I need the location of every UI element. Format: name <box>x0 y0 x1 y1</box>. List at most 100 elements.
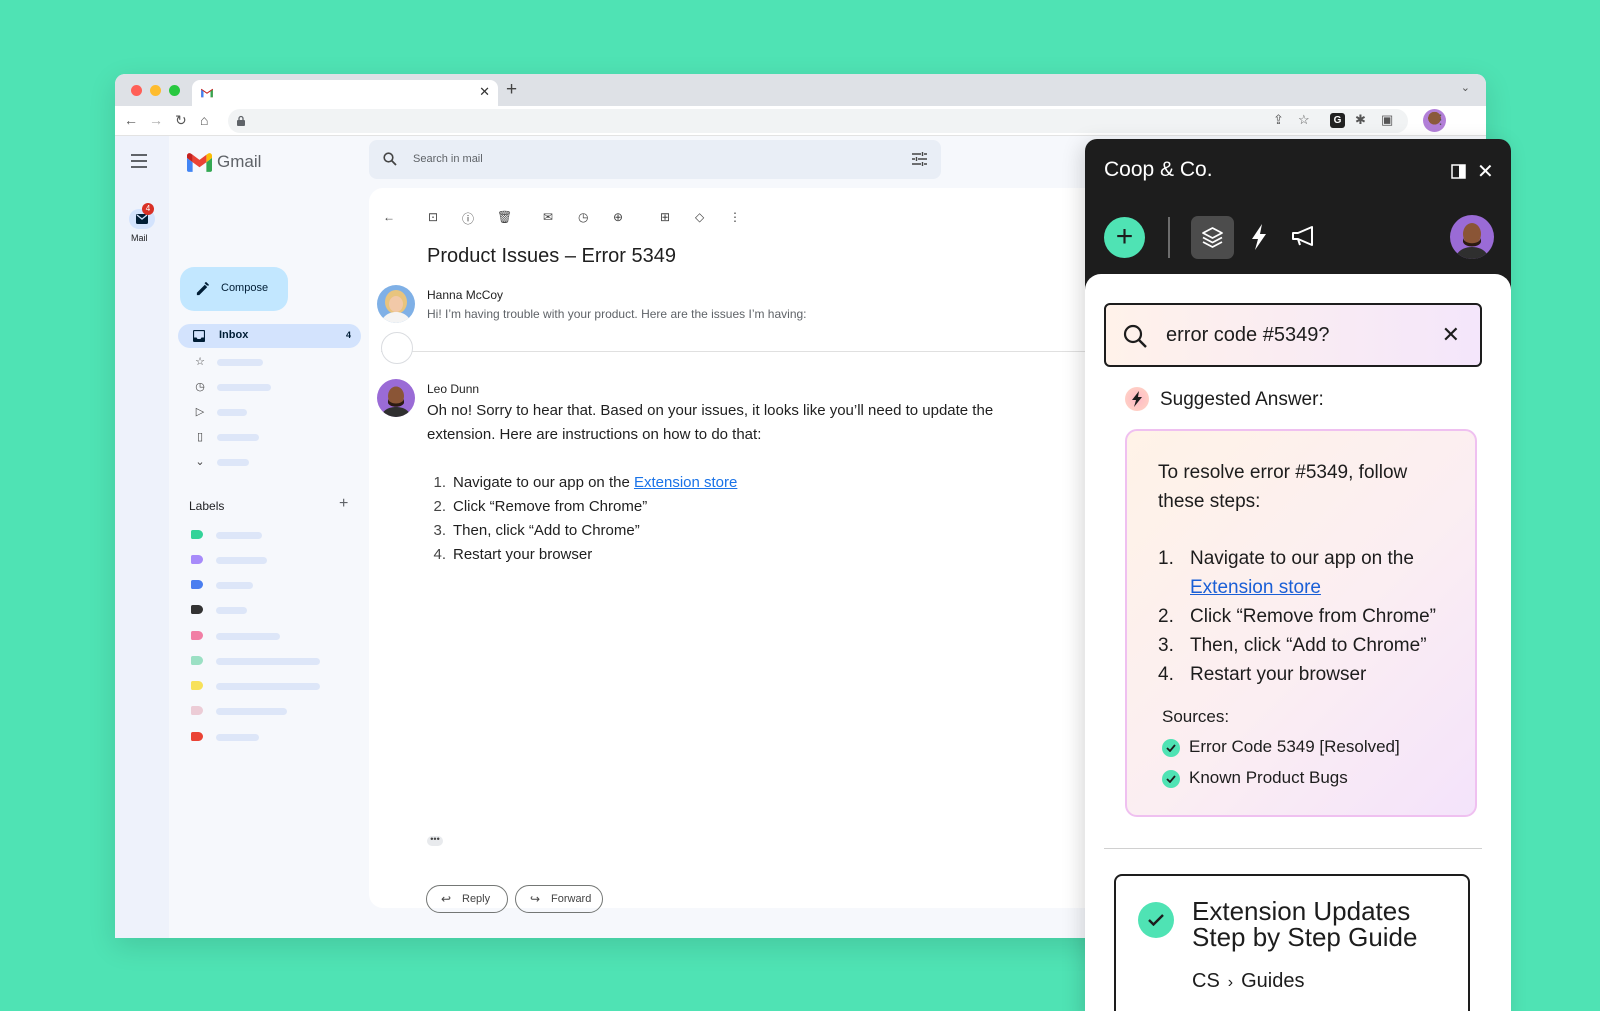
close-panel-icon[interactable]: ✕ <box>1477 159 1494 184</box>
label-tag-icon <box>191 681 203 690</box>
inbox-count: 4 <box>345 330 351 340</box>
extensions-puzzle-icon[interactable]: ✱ <box>1355 112 1366 128</box>
report-spam-icon[interactable]: ⓘ <box>462 210 474 227</box>
search-input[interactable]: Search in mail <box>413 153 483 165</box>
placeholder-bar <box>217 434 259 441</box>
rail-mail-item[interactable]: 4 Mail <box>115 198 169 248</box>
close-window-button[interactable] <box>131 85 142 96</box>
coop-sidebar-panel: Coop & Co. ✕ + error code #5349? ✕ Sugge… <box>1085 139 1511 1011</box>
back-to-inbox-icon[interactable]: ← <box>383 210 395 224</box>
star-icon: ☆ <box>195 356 205 368</box>
new-tab-icon[interactable]: + <box>506 79 517 101</box>
coop-user-avatar[interactable] <box>1450 215 1494 259</box>
step-number: 3. <box>433 522 446 539</box>
email-subject: Product Issues – Error 5349 <box>427 245 677 267</box>
mail-search-bar[interactable]: Search in mail <box>369 140 941 179</box>
browser-tab-gmail[interactable]: ✕ <box>192 80 498 106</box>
placeholder-bar <box>216 532 262 539</box>
coop-search-input[interactable]: error code #5349? <box>1166 324 1329 347</box>
label-tag-icon <box>191 605 203 614</box>
breadcrumb-item[interactable]: Guides <box>1241 970 1304 992</box>
label-tag-icon <box>191 656 203 665</box>
toolbar-separator <box>1168 217 1170 258</box>
reply-button[interactable]: ↩ Reply <box>426 885 508 913</box>
reply-body: Oh no! Sorry to hear that. Based on your… <box>427 402 994 443</box>
suggested-answer-bolt-icon <box>1125 387 1149 411</box>
label-tag-icon <box>191 555 203 564</box>
source-label: Error Code 5349 [Resolved] <box>1189 737 1400 756</box>
add-button[interactable]: + <box>1104 217 1145 258</box>
coop-search-box[interactable]: error code #5349? ✕ <box>1104 303 1482 367</box>
label-tag-icon <box>191 706 203 715</box>
home-icon[interactable]: ⌂ <box>200 112 208 128</box>
clock-icon: ◷ <box>195 381 205 393</box>
dock-panel-icon[interactable] <box>1451 164 1466 179</box>
knowledge-layers-button[interactable] <box>1191 216 1234 259</box>
back-icon[interactable]: ← <box>124 112 138 128</box>
first-message-snippet[interactable]: Hi! I’m having trouble with your product… <box>427 307 807 321</box>
add-label-icon[interactable]: + <box>339 495 348 513</box>
hanna-avatar <box>377 285 415 323</box>
step-number: 3. <box>1158 635 1174 656</box>
main-menu-icon[interactable] <box>131 154 147 172</box>
gmail-logo-icon <box>187 153 212 172</box>
delete-icon[interactable]: 🗑︎ <box>497 210 512 224</box>
address-bar[interactable] <box>228 109 1408 133</box>
gmail-brand: Gmail <box>217 152 262 171</box>
bookmark-star-icon[interactable]: ☆ <box>1298 112 1310 128</box>
extension-store-link[interactable]: Extension store <box>1190 577 1321 598</box>
more-options-icon[interactable]: ⋮ <box>729 210 741 224</box>
guide-title: Extension Updates Step by Step Guide <box>1192 896 1418 952</box>
label-icon[interactable]: ◇ <box>695 210 704 224</box>
show-trimmed-content-button[interactable]: ••• <box>427 835 443 846</box>
expand-thread-button[interactable] <box>381 332 413 364</box>
step-text: Navigate to our app on the <box>453 474 634 491</box>
compose-button[interactable]: Compose <box>180 267 288 311</box>
clear-search-icon[interactable]: ✕ <box>1442 322 1460 348</box>
label-tag-icon <box>191 530 203 539</box>
guide-card[interactable]: Extension Updates Step by Step Guide CS ›… <box>1114 874 1470 1011</box>
placeholder-bar <box>217 409 247 416</box>
send-icon: ▷ <box>195 406 205 418</box>
label-tag-icon <box>191 631 203 640</box>
reload-icon[interactable]: ↻ <box>175 112 187 129</box>
source-item[interactable]: Known Product Bugs <box>1162 768 1442 790</box>
grammarly-extension-icon[interactable]: G <box>1330 113 1345 128</box>
step-number: 1. <box>433 474 446 491</box>
breadcrumb-item[interactable]: CS <box>1192 970 1220 992</box>
forward-icon[interactable]: → <box>149 112 163 128</box>
pencil-icon <box>196 282 209 296</box>
source-item[interactable]: Error Code 5349 [Resolved] <box>1162 737 1442 759</box>
megaphone-icon[interactable] <box>1291 225 1317 247</box>
check-icon <box>1162 739 1180 757</box>
browser-menu-icon[interactable]: ⋮ <box>1434 112 1447 128</box>
step-content: Then, click “Add to Chrome” <box>1190 631 1478 660</box>
add-task-icon[interactable]: ⊕ <box>613 210 623 224</box>
minimize-window-button[interactable] <box>150 85 161 96</box>
placeholder-bar <box>216 683 320 690</box>
extension-store-link[interactable]: Extension store <box>634 474 737 491</box>
gmail-app-rail: 4 Mail <box>115 136 169 938</box>
mark-unread-icon[interactable]: ✉︎ <box>543 210 553 224</box>
step-text: Restart your browser <box>1190 664 1367 685</box>
zoom-window-button[interactable] <box>169 85 180 96</box>
move-to-icon[interactable]: ⊞ <box>660 210 670 224</box>
step-text: Click “Remove from Chrome” <box>1190 606 1436 627</box>
share-icon[interactable]: ⇪ <box>1273 112 1284 128</box>
forward-button[interactable]: ↪ Forward <box>515 885 603 913</box>
tab-search-chevron-icon[interactable]: ⌄ <box>1461 81 1470 94</box>
search-options-icon[interactable] <box>912 152 927 166</box>
lightning-icon[interactable] <box>1250 223 1268 251</box>
close-tab-icon[interactable]: ✕ <box>479 84 490 100</box>
snooze-icon[interactable]: ◷ <box>578 210 588 224</box>
sources-label: Sources: <box>1162 707 1230 726</box>
archive-icon[interactable]: ⊡ <box>428 210 438 224</box>
tab-strip: ✕ + ⌄ <box>115 74 1486 106</box>
forward-label: Forward <box>551 893 592 905</box>
answer-step: 2. Click “Remove from Chrome” <box>1158 602 1478 631</box>
placeholder-bar <box>216 708 287 715</box>
side-panel-icon[interactable]: ▣ <box>1381 112 1393 128</box>
sidebar-item-inbox[interactable]: Inbox 4 <box>178 324 361 348</box>
labels-heading: Labels <box>189 499 225 513</box>
placeholder-bar <box>217 384 271 391</box>
